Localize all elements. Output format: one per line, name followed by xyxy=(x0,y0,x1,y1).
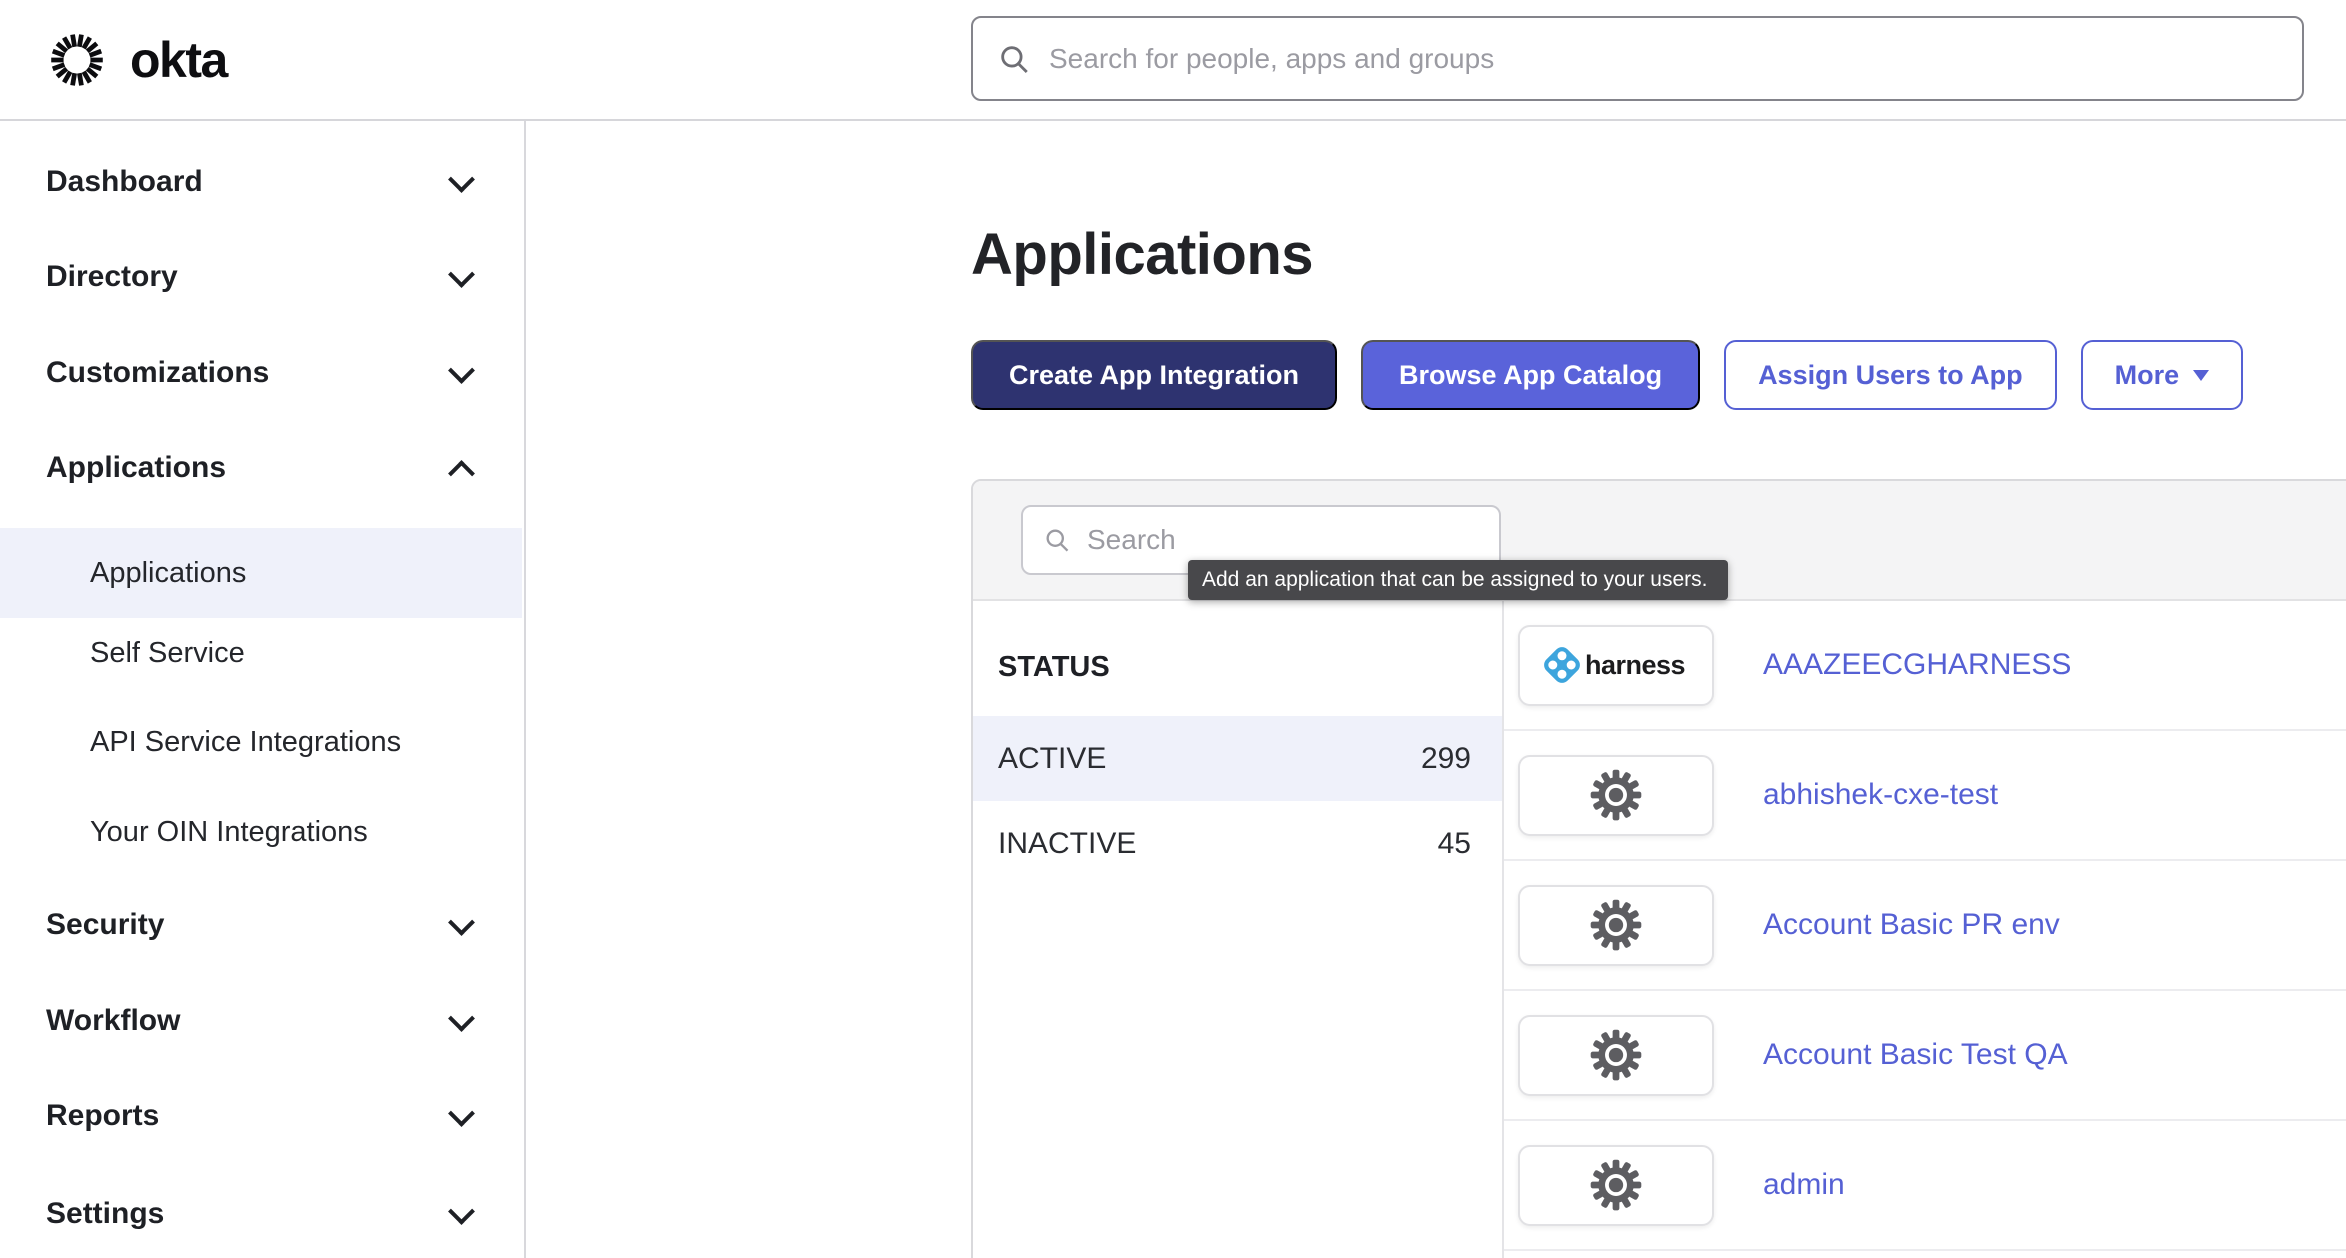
page-title: Applications xyxy=(971,221,1313,288)
browse-app-catalog-button[interactable]: Browse App Catalog xyxy=(1361,340,1700,410)
sidebar-item-label: Applications xyxy=(46,451,226,484)
tooltip: Add an application that can be assigned … xyxy=(1188,560,1728,600)
sidebar: Dashboard Directory Customizations Appli… xyxy=(0,121,526,1258)
sidebar-item-label: Settings xyxy=(46,1197,164,1230)
chevron-down-icon xyxy=(448,166,475,193)
gear-icon xyxy=(1589,898,1643,952)
sidebar-subitem-applications[interactable]: Applications xyxy=(0,543,522,603)
app-link[interactable]: Account Basic Test QA xyxy=(1763,1038,2068,1072)
main-content: Applications Create App Integration Brow… xyxy=(528,121,2346,1258)
sidebar-item-workflow[interactable]: Workflow xyxy=(0,991,522,1051)
chevron-down-icon xyxy=(448,1005,475,1032)
sidebar-item-label: Reports xyxy=(46,1099,159,1132)
assign-users-to-app-button[interactable]: Assign Users to App xyxy=(1724,340,2057,410)
search-icon xyxy=(997,42,1031,76)
sidebar-item-reports[interactable]: Reports xyxy=(0,1086,522,1146)
action-buttons: Create App Integration Browse App Catalo… xyxy=(971,340,2243,410)
gear-icon xyxy=(1589,1158,1643,1212)
status-count: 45 xyxy=(1438,827,1471,861)
sidebar-item-label: Customizations xyxy=(46,356,269,389)
sidebar-item-label: Directory xyxy=(46,260,178,293)
more-button[interactable]: More xyxy=(2081,340,2244,410)
app-logo-tile xyxy=(1518,755,1714,836)
app-link[interactable]: abhishek-cxe-test xyxy=(1763,778,1998,812)
sidebar-item-applications[interactable]: Applications xyxy=(0,438,522,498)
sidebar-item-directory[interactable]: Directory xyxy=(0,247,522,307)
more-button-label: More xyxy=(2115,360,2180,391)
sidebar-item-label: Dashboard xyxy=(46,165,203,198)
gear-icon xyxy=(1589,768,1643,822)
app-list-search-input[interactable] xyxy=(1085,523,1479,557)
create-app-integration-button[interactable]: Create App Integration xyxy=(971,340,1337,410)
okta-wordmark: okta xyxy=(130,31,227,89)
app-logo-tile xyxy=(1518,1145,1714,1226)
chevron-down-icon xyxy=(448,1100,475,1127)
triangle-down-icon xyxy=(2193,370,2209,381)
app-row: admin xyxy=(1504,1121,2346,1251)
sidebar-item-settings[interactable]: Settings xyxy=(0,1184,522,1244)
app-row: Account Basic Test QA xyxy=(1504,991,2346,1121)
panel-body: STATUS ACTIVE 299 INACTIVE 45 xyxy=(973,601,2346,1258)
sidebar-subitem-self-service[interactable]: Self Service xyxy=(0,623,522,683)
app-logo-tile xyxy=(1518,885,1714,966)
topbar: okta xyxy=(0,0,2346,121)
chevron-down-icon xyxy=(448,1198,475,1225)
status-label: ACTIVE xyxy=(998,742,1106,776)
app-link[interactable]: admin xyxy=(1763,1168,1845,1202)
search-icon xyxy=(1043,526,1071,554)
app-row: harness AAAZEECGHARNESS xyxy=(1504,601,2346,731)
app-link[interactable]: Account Basic PR env xyxy=(1763,908,2060,942)
app-list: harness AAAZEECGHARNESS xyxy=(1504,601,2346,1258)
sidebar-item-label: Security xyxy=(46,908,164,941)
chevron-down-icon xyxy=(448,909,475,936)
global-search-input[interactable] xyxy=(1047,42,2278,76)
app-link[interactable]: AAAZEECGHARNESS xyxy=(1763,648,2071,682)
sidebar-item-label: Workflow xyxy=(46,1004,180,1037)
app-logo-tile xyxy=(1518,1015,1714,1096)
status-count: 299 xyxy=(1421,742,1471,776)
status-label: INACTIVE xyxy=(998,827,1136,861)
sidebar-item-customizations[interactable]: Customizations xyxy=(0,343,522,403)
status-filter: STATUS ACTIVE 299 INACTIVE 45 xyxy=(973,601,1504,1258)
app-logo-tile: harness xyxy=(1518,625,1714,706)
sidebar-subitem-api-service-integrations[interactable]: API Service Integrations xyxy=(0,712,522,772)
sidebar-item-security[interactable]: Security xyxy=(0,895,522,955)
okta-admin-console: okta Dashboard Directory Customizations … xyxy=(0,0,2346,1258)
okta-spinner-icon xyxy=(44,27,110,93)
chevron-up-icon xyxy=(448,460,475,487)
status-filter-header: STATUS xyxy=(998,651,1502,684)
chevron-down-icon xyxy=(448,357,475,384)
status-filter-inactive[interactable]: INACTIVE 45 xyxy=(973,801,1502,886)
sidebar-subitem-your-oin-integrations[interactable]: Your OIN Integrations xyxy=(0,802,522,862)
sidebar-item-dashboard[interactable]: Dashboard xyxy=(0,152,522,212)
global-search[interactable] xyxy=(971,16,2304,101)
gear-icon xyxy=(1589,1028,1643,1082)
status-filter-active[interactable]: ACTIVE 299 xyxy=(973,716,1502,801)
app-row: Account Basic PR env xyxy=(1504,861,2346,991)
harness-logo-icon: harness xyxy=(1547,650,1685,681)
app-row: abhishek-cxe-test xyxy=(1504,731,2346,861)
chevron-down-icon xyxy=(448,261,475,288)
okta-logo[interactable]: okta xyxy=(44,0,227,119)
